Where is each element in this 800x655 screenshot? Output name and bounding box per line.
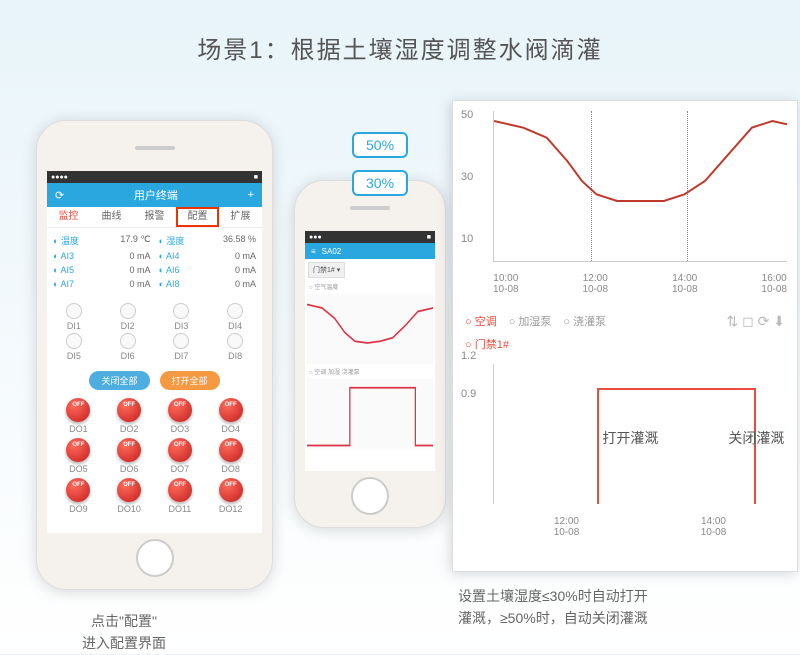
phone-left-screen: ●●●●■ ⟳ 用户终端 + 监控 曲线 报警 配置 扩展 ◐ 温度17.9 ℃…: [47, 171, 262, 533]
button-row: 关闭全部 打开全部: [47, 371, 262, 390]
do-item[interactable]: DO5: [53, 438, 104, 474]
sensor-item: ◐ AI70 mA: [49, 277, 155, 291]
sensor-item: ◐ AI40 mA: [155, 249, 261, 263]
sensor-item: ◐ AI50 mA: [49, 263, 155, 277]
plot-area: [493, 111, 787, 262]
humidity-chart: 50 30 10: [453, 101, 797, 271]
di-item: DI1: [47, 301, 101, 331]
phone-left: ●●●●■ ⟳ 用户终端 + 监控 曲线 报警 配置 扩展 ◐ 温度17.9 ℃…: [36, 120, 273, 590]
do-item[interactable]: DO2: [104, 398, 155, 434]
badge-50: 50%: [352, 132, 408, 158]
home-button[interactable]: [136, 539, 174, 577]
step-plot: 打开灌溉 关闭灌溉: [493, 364, 787, 504]
sensor-grid: ◐ 温度17.9 ℃◐ 湿度36.58 %◐ AI30 mA◐ AI40 mA◐…: [47, 228, 262, 295]
valve-chart: 1.2 0.9 打开灌溉 关闭灌溉: [453, 358, 797, 514]
do-item[interactable]: DO11: [155, 478, 206, 514]
do-item[interactable]: DO9: [53, 478, 104, 514]
tab-alarm[interactable]: 报警: [133, 207, 176, 227]
caption-left: 点击"配置"进入配置界面: [82, 610, 166, 655]
di-grid: DI1DI2DI3DI4 DI5DI6DI7DI8: [47, 295, 262, 367]
status-bar: ●●●■: [305, 231, 435, 243]
di-item: DI6: [101, 331, 155, 361]
refresh-icon[interactable]: ⟳: [55, 189, 64, 202]
xtick: 16:0010-08: [761, 273, 787, 295]
mini-title: SA02: [322, 247, 342, 256]
home-button[interactable]: [351, 477, 389, 515]
phone-middle: ●●●■ ≡ SA02 门禁1# ▾ ○ 空气温度 ○ 空调 加湿 浇灌泵: [294, 180, 446, 528]
header-title: 用户终端: [134, 187, 178, 203]
x-axis: 10:0010-08 12:0010-08 14:0010-08 16:0010-08: [453, 271, 797, 307]
mini-header: ≡ SA02: [305, 243, 435, 259]
di-item: DI5: [47, 331, 101, 361]
sensor-item: ◐ AI30 mA: [49, 249, 155, 263]
do-item[interactable]: DO1: [53, 398, 104, 434]
chart-legend: ○ 空调 ○ 加湿泵 ○ 浇灌泵 ⇅ ◻ ⟳ ⬇: [453, 307, 797, 336]
ytick: 10: [461, 233, 473, 245]
mini-chart-1: [307, 294, 433, 364]
close-label: 关闭灌溉: [728, 428, 784, 448]
xtick: 12:0010-08: [582, 273, 608, 295]
do-item[interactable]: DO10: [104, 478, 155, 514]
phone-middle-screen: ●●●■ ≡ SA02 门禁1# ▾ ○ 空气温度 ○ 空调 加湿 浇灌泵: [305, 231, 435, 471]
toolbar-icons[interactable]: ⇅ ◻ ⟳ ⬇: [727, 313, 785, 330]
tab-bar: 监控 曲线 报警 配置 扩展: [47, 207, 262, 228]
page-title: 场景1：根据土壤湿度调整水阀滴灌: [0, 0, 800, 65]
sensor-item: ◐ AI80 mA: [155, 277, 261, 291]
device-select[interactable]: 门禁1# ▾: [308, 262, 345, 278]
app-header: ⟳ 用户终端 +: [47, 183, 262, 207]
do-item[interactable]: DO8: [205, 438, 256, 474]
humidity-line: [494, 111, 787, 261]
open-all-button[interactable]: 打开全部: [160, 371, 220, 390]
mini-legend2: ○ 空调 加湿 浇灌泵: [305, 366, 435, 377]
xtick: 12:0010-08: [554, 516, 580, 538]
di-item: DI7: [155, 331, 209, 361]
do-item[interactable]: DO3: [155, 398, 206, 434]
tab-monitor[interactable]: 监控: [47, 207, 90, 227]
xtick: 14:0010-08: [701, 516, 727, 538]
detail-panel: 50 30 10 10:0010-0812:0010-0814:0010-081…: [452, 100, 798, 572]
close-all-button[interactable]: 关闭全部: [89, 371, 149, 390]
ytick: 0.9: [461, 388, 476, 400]
do-item[interactable]: DO6: [104, 438, 155, 474]
badge-30: 30%: [352, 170, 408, 196]
ytick: 30: [461, 171, 473, 183]
mini-chart-2: [307, 379, 433, 449]
di-item: DI2: [101, 301, 155, 331]
x-axis-2: 12:0010-08 14:0010-08: [453, 514, 797, 550]
mini-legend1: ○ 空气温度: [305, 281, 435, 292]
di-item: DI4: [208, 301, 262, 331]
ytick: 50: [461, 109, 473, 121]
do-item[interactable]: DO12: [205, 478, 256, 514]
caption-right: 设置土壤湿度≤30%时自动打开灌溉，≥50%时，自动关闭灌溉: [458, 585, 648, 630]
di-item: DI8: [208, 331, 262, 361]
xtick: 10:0010-08: [493, 273, 519, 295]
di-item: DI3: [155, 301, 209, 331]
tab-ext[interactable]: 扩展: [219, 207, 262, 227]
xtick: 14:0010-08: [672, 273, 698, 295]
phone-speaker: [135, 146, 175, 150]
menu-icon[interactable]: ≡: [311, 247, 316, 256]
chart-legend-2: ○ 门禁1#: [453, 336, 797, 358]
do-item[interactable]: DO4: [205, 398, 256, 434]
tab-config[interactable]: 配置: [176, 207, 219, 227]
sensor-item: ◐ 湿度36.58 %: [155, 232, 261, 249]
phone-speaker: [350, 206, 390, 210]
open-label: 打开灌溉: [602, 428, 658, 448]
tab-curve[interactable]: 曲线: [90, 207, 133, 227]
add-icon[interactable]: +: [248, 189, 254, 201]
sensor-item: ◐ 温度17.9 ℃: [49, 232, 155, 249]
do-item[interactable]: DO7: [155, 438, 206, 474]
status-bar: ●●●●■: [47, 171, 262, 183]
sensor-item: ◐ AI60 mA: [155, 263, 261, 277]
ytick: 1.2: [461, 350, 476, 362]
do-grid: DO1DO2DO3DO4 DO5DO6DO7DO8 DO9DO10DO11DO12: [47, 398, 262, 518]
